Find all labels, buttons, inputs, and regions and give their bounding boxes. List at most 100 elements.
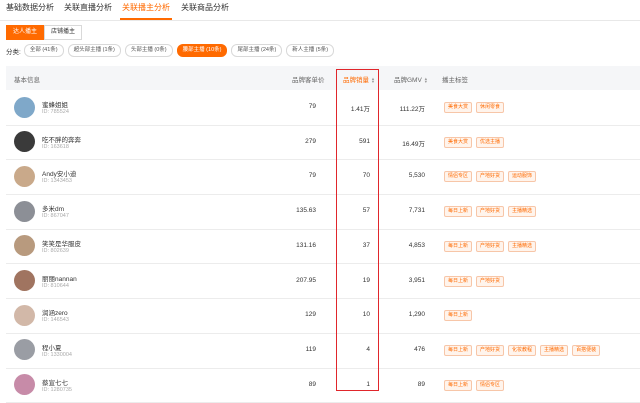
streamer-type-toggle: 达人播主 店铺播主	[6, 25, 83, 40]
col-gmv[interactable]: 品牌GMV ▲ ▼	[394, 74, 428, 84]
sales-cell: 57	[362, 207, 370, 215]
avatar[interactable]	[14, 200, 35, 222]
streamer-tag: 情侣专区	[444, 171, 473, 183]
streamer-name[interactable]: 多米dm	[42, 203, 64, 213]
streamer-tag: 优选主播	[476, 136, 505, 148]
gmv-cell: 7,731	[408, 207, 425, 215]
streamer-id: ID: 810644	[42, 282, 69, 289]
streamer-name[interactable]: 程小夏	[42, 342, 62, 352]
sort-icon[interactable]: ▲ ▼	[371, 77, 375, 84]
price-cell: 79	[308, 103, 316, 110]
streamer-name[interactable]: 笑笑是华服皮	[42, 238, 81, 248]
streamer-tag: 运动服饰	[508, 171, 537, 183]
subtab-influencer[interactable]: 达人播主	[6, 25, 45, 40]
streamer-name[interactable]: 润涵zero	[42, 307, 68, 317]
price-cell: 119	[305, 345, 316, 353]
table-row[interactable]: 笑笑是华服皮 ID: 802639 131.16 37 4,853 每日上新 产地好货 主播精…	[6, 229, 640, 265]
subtab-store[interactable]: 店铺播主	[44, 25, 83, 40]
chip-waist[interactable]: 腰部主播 (10条)	[176, 44, 228, 57]
streamer-tag: 产地好货	[476, 344, 505, 356]
table-row[interactable]: 蔡宣七七 ID: 1280735 89 1 89 每日上新 情侣专区	[6, 368, 640, 403]
col-tags: 播主标签	[442, 77, 468, 84]
table-row[interactable]: 润涵zero ID: 146543 129 10 1,290 每日上新	[6, 298, 640, 334]
table-row[interactable]: 吃不胖的奔奔 ID: 163618 279 591 16.49万 美食大赏 优选主播	[6, 125, 640, 161]
gmv-cell: 476	[414, 345, 425, 353]
sales-cell: 1.41万	[350, 106, 370, 113]
avatar[interactable]	[14, 165, 35, 187]
avatar[interactable]	[14, 270, 35, 291]
sales-cell: 70	[362, 172, 370, 180]
tag-list: 美食大赏 休闲零食	[444, 102, 508, 113]
tab-basic-data[interactable]: 基础数据分析	[6, 2, 54, 13]
avatar[interactable]	[14, 96, 35, 118]
sales-cell: 1	[366, 380, 370, 388]
tag-list: 每日上新 产地好货 主播精选	[444, 206, 540, 218]
streamer-tag: 情侣专区	[476, 379, 505, 391]
sales-cell: 10	[362, 311, 370, 319]
streamer-name[interactable]: Andy安小迪	[42, 168, 76, 178]
col-price[interactable]: 品牌客单价	[292, 74, 325, 84]
gmv-cell: 1,290	[408, 311, 425, 319]
price-cell: 79	[308, 172, 316, 180]
tab-related-streamer[interactable]: 关联播主分析	[122, 2, 170, 13]
gmv-cell: 111.22万	[399, 106, 425, 113]
streamer-tag: 主播精选	[508, 206, 537, 218]
table-header: 基本信息 品牌客单价 品牌销量 ▲ ▼ 品牌GMV ▲ ▼ 播主标签	[6, 66, 640, 90]
gmv-cell: 5,530	[408, 172, 425, 180]
streamer-tag: 每日上新	[444, 275, 473, 287]
streamer-id: ID: 867047	[42, 213, 69, 220]
tab-related-live[interactable]: 关联直播分析	[64, 2, 112, 13]
chip-newcomer[interactable]: 新人主播 (5条)	[286, 44, 335, 57]
streamer-tag: 主播精选	[540, 344, 569, 356]
gmv-cell: 89	[417, 380, 425, 388]
tag-list: 每日上新 产地好货 主播精选	[444, 240, 540, 252]
streamer-name[interactable]: 蜜蜂姐姐	[42, 99, 68, 109]
chip-top[interactable]: 头部主播 (0条)	[124, 44, 173, 57]
streamer-id: ID: 146543	[42, 317, 69, 324]
chip-tail[interactable]: 尾部主播 (24条)	[231, 44, 283, 57]
table-row[interactable]: 丽丽nannan ID: 810644 207.95 19 3,951 每日上新 产地好货	[6, 264, 640, 300]
table-row[interactable]: 程小夏 ID: 1330004 119 4 476 每日上新 产地好货 化妆教程 主播精选 百搭便…	[6, 333, 640, 369]
category-filter: 分类: 全部 (41条) 超头部主播 (1条) 头部主播 (0条) 腰部主播 (…	[6, 44, 338, 57]
streamer-id: ID: 802639	[42, 247, 69, 254]
chip-all[interactable]: 全部 (41条)	[23, 44, 64, 57]
tag-list: 每日上新 产地好货	[444, 275, 508, 287]
streamer-tag: 美食大赏	[444, 102, 473, 113]
col-sales[interactable]: 品牌销量 ▲ ▼	[343, 74, 375, 84]
sort-icon[interactable]: ▲ ▼	[424, 77, 428, 84]
sales-cell: 591	[359, 137, 370, 145]
main-tab-bar: 基础数据分析 关联直播分析 关联播主分析 关联商品分析	[0, 0, 640, 21]
tag-list: 每日上新 情侣专区	[444, 379, 508, 391]
streamer-tag: 每日上新	[444, 240, 473, 252]
streamer-name[interactable]: 丽丽nannan	[42, 273, 77, 283]
chip-super-top[interactable]: 超头部主播 (1条)	[67, 44, 121, 57]
streamer-name[interactable]: 吃不胖的奔奔	[42, 134, 81, 144]
streamer-tag: 每日上新	[444, 379, 473, 391]
gmv-cell: 4,853	[408, 241, 425, 249]
avatar[interactable]	[14, 374, 35, 396]
col-gmv-label: 品牌GMV	[394, 77, 422, 84]
streamer-tag: 主播精选	[508, 240, 537, 252]
tag-list: 每日上新 产地好货 化妆教程 主播精选 百搭便装	[444, 344, 604, 356]
streamer-tag: 每日上新	[444, 344, 473, 356]
price-cell: 131.16	[296, 241, 316, 249]
streamer-tag: 每日上新	[444, 206, 473, 218]
col-basic-info: 基本信息	[14, 77, 40, 84]
streamer-id: ID: 1343453	[42, 178, 72, 185]
streamer-id: ID: 1330004	[42, 351, 72, 358]
streamer-name[interactable]: 蔡宣七七	[42, 377, 68, 387]
table-row[interactable]: 多米dm ID: 867047 135.63 57 7,731 每日上新 产地好货 主播精选	[6, 194, 640, 230]
tag-list: 每日上新	[444, 310, 476, 322]
filter-label: 分类:	[6, 48, 21, 56]
avatar[interactable]	[14, 304, 35, 326]
avatar[interactable]	[14, 131, 35, 153]
streamer-tag: 美食大赏	[444, 136, 473, 148]
tag-list: 美食大赏 优选主播	[444, 136, 508, 148]
table-row[interactable]: Andy安小迪 ID: 1343453 79 70 5,530 情侣专区 产地好货 运动服饰	[6, 159, 640, 196]
sales-cell: 37	[362, 241, 370, 249]
table-row[interactable]: 蜜蜂姐姐 ID: 785524 79 1.41万 111.22万 美食大赏 休闲零食	[6, 90, 640, 126]
tab-related-product[interactable]: 关联商品分析	[181, 2, 229, 13]
streamer-tag: 产地好货	[476, 171, 505, 183]
avatar[interactable]	[14, 339, 35, 361]
avatar[interactable]	[14, 235, 35, 257]
